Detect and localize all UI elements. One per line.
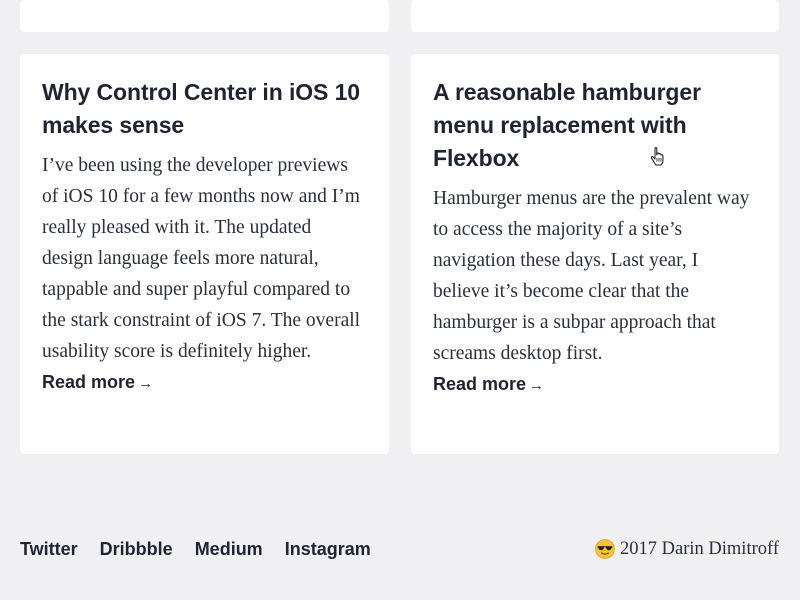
post-excerpt: I’ve been using the developer previews o…: [42, 155, 361, 362]
post-card-hamburger-menu: A reasonable hamburger menu replacement …: [411, 54, 779, 454]
copyright-text: 2017 Darin Dimitroff: [620, 538, 779, 559]
footer-link-twitter[interactable]: Twitter: [20, 539, 78, 560]
sunglasses-emoji-icon: [595, 539, 615, 559]
copyright: 2017 Darin Dimitroff: [595, 539, 779, 560]
post-title[interactable]: Why Control Center in iOS 10 makes sense: [42, 76, 367, 142]
read-more-link[interactable]: Read more →: [42, 368, 153, 398]
read-more-label: Read more: [433, 374, 527, 394]
post-excerpt: Hamburger menus are the prevalent way to…: [433, 188, 750, 364]
post-title[interactable]: A reasonable hamburger menu replacement …: [433, 76, 757, 175]
arrow-right-icon: →: [138, 375, 154, 392]
read-more-link[interactable]: Read more →: [433, 370, 544, 400]
arrow-right-icon: →: [529, 377, 545, 394]
post-card-previous-right: [411, 0, 779, 32]
hand-pointer-cursor-icon: [650, 147, 664, 166]
post-card-previous-left: [20, 0, 389, 32]
social-links: Twitter Dribbble Medium Instagram: [20, 539, 371, 560]
read-more-label: Read more: [42, 372, 136, 392]
footer-link-medium[interactable]: Medium: [195, 539, 263, 560]
footer-link-instagram[interactable]: Instagram: [285, 539, 371, 560]
page: Why Control Center in iOS 10 makes sense…: [0, 0, 800, 600]
post-card-control-center: Why Control Center in iOS 10 makes sense…: [20, 54, 389, 454]
footer-link-dribbble[interactable]: Dribbble: [100, 539, 173, 560]
site-footer: Twitter Dribbble Medium Instagram 2017 D…: [20, 535, 779, 563]
